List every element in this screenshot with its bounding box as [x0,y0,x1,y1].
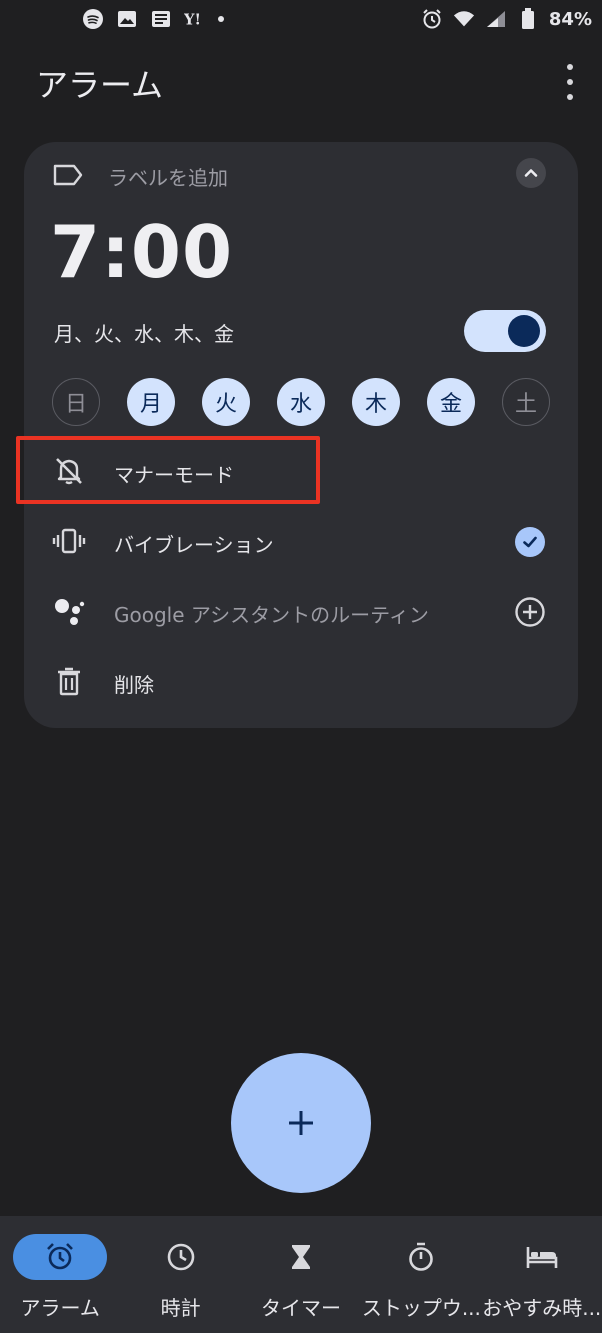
vibration-icon [52,524,86,562]
day-monday[interactable]: 月 [127,378,175,426]
wifi-icon [453,8,475,30]
image-icon [116,8,138,30]
more-dot-icon [567,94,573,100]
day-thursday[interactable]: 木 [352,378,400,426]
alarm-card[interactable]: ラベルを追加 7:00 月、火、水、木、金 日 月 火 水 木 金 土 マナーモ… [24,142,578,728]
repeat-summary: 月、火、水、木、金 [54,322,234,346]
nav-label-alarm: アラーム [20,1296,100,1320]
nav-item-alarm[interactable]: アラーム [0,1216,120,1333]
check-icon [515,527,545,557]
nav-pill [13,1234,108,1280]
trash-icon [52,664,86,702]
bed-icon [526,1247,558,1268]
nav-item-clock[interactable]: 時計 [120,1216,240,1333]
alarm-icon [47,1243,74,1270]
toggle-knob [508,315,540,347]
status-bar: Y! 84% [0,0,602,40]
chevron-up-icon [524,169,538,177]
battery-icon [517,8,539,30]
yahoo-icon: Y! [184,8,206,30]
nav-pill [495,1234,589,1280]
spotify-icon [82,8,104,30]
status-bar-left: Y! [82,8,224,30]
stopwatch-icon [409,1242,434,1271]
nav-item-bedtime[interactable]: おやすみ時... [482,1216,602,1333]
alarm-toggle[interactable] [464,310,546,352]
page-title: アラーム [36,66,164,104]
more-dot-icon [567,79,573,85]
bottom-navigation: アラーム 時計 タイマー ストップウ... おやすみ時... [0,1216,602,1333]
add-alarm-button[interactable] [231,1053,371,1193]
weekday-selector: 日 月 火 水 木 金 土 [52,378,550,426]
label-placeholder: ラベルを追加 [108,166,228,190]
dot-icon [218,16,224,22]
nav-item-timer[interactable]: タイマー [241,1216,361,1333]
vibration-row[interactable]: バイブレーション [52,524,274,562]
delete-row[interactable]: 削除 [52,664,154,702]
nav-item-stopwatch[interactable]: ストップウ... [361,1216,481,1333]
nav-pill [134,1234,228,1280]
collapse-button[interactable] [516,158,546,188]
nav-label-stopwatch: ストップウ... [361,1296,481,1320]
vibration-checkbox[interactable] [514,526,546,558]
nav-label-bedtime: おやすみ時... [482,1296,602,1320]
google-assistant-icon [52,594,86,632]
nav-pill [374,1234,468,1280]
plus-icon [289,1111,313,1135]
more-options-button[interactable] [556,64,584,100]
add-circle-icon [515,597,545,627]
vibration-label: バイブレーション [114,532,274,557]
more-dot-icon [567,64,573,70]
label-tag-icon [52,163,84,191]
nav-pill [254,1234,348,1280]
nav-label-timer: タイマー [260,1296,341,1320]
day-sunday[interactable]: 日 [52,378,100,426]
news-icon [150,8,172,30]
day-wednesday[interactable]: 水 [277,378,325,426]
signal-icon [485,8,507,30]
add-label-button[interactable]: ラベルを追加 [52,162,228,191]
hourglass-icon [291,1245,310,1269]
clock-icon [167,1243,194,1271]
day-friday[interactable]: 金 [427,378,475,426]
svg-text:Y!: Y! [184,12,201,29]
day-tuesday[interactable]: 火 [202,378,250,426]
day-saturday[interactable]: 土 [502,378,550,426]
alarm-time[interactable]: 7:00 [50,210,233,294]
alarm-clock-icon [421,8,443,30]
delete-label: 削除 [114,672,154,697]
add-routine-button[interactable] [514,596,546,628]
highlight-box [16,436,320,504]
status-bar-right: 84% [421,8,592,30]
battery-percent: 84% [548,8,592,30]
nav-label-clock: 時計 [160,1296,201,1320]
assistant-routine-row[interactable]: Google アシスタントのルーティン [52,594,429,632]
assistant-routine-label: Google アシスタントのルーティン [114,602,429,627]
